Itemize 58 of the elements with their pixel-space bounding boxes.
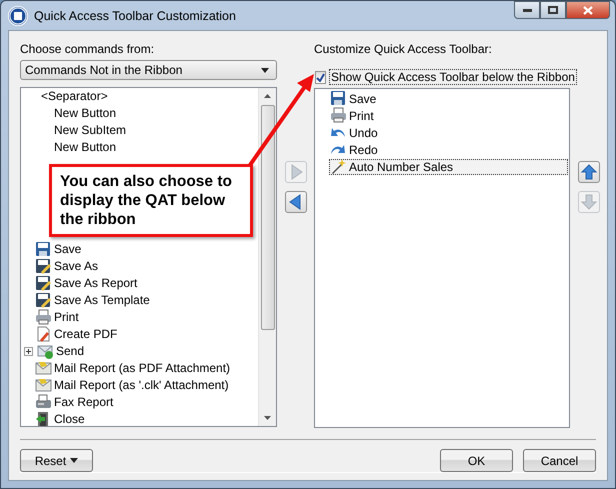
printer-icon xyxy=(330,107,347,124)
command-item[interactable]: Save As Template xyxy=(54,293,150,308)
command-item[interactable]: Save xyxy=(54,242,82,257)
command-item[interactable]: <Separator> xyxy=(41,89,108,104)
command-item[interactable]: New SubItem xyxy=(54,123,126,138)
cancel-button[interactable]: Cancel xyxy=(523,449,596,472)
printer-icon xyxy=(35,309,52,326)
command-item[interactable]: Close xyxy=(54,412,85,426)
envelope-icon xyxy=(37,343,54,360)
maximize-button[interactable] xyxy=(540,1,566,19)
scroll-down-icon[interactable] xyxy=(264,416,271,420)
floppy-pencil-icon xyxy=(35,292,52,309)
reset-button[interactable]: Reset xyxy=(20,449,93,472)
command-item[interactable]: Mail Report (as PDF Attachment) xyxy=(54,361,230,376)
command-item[interactable]: Send xyxy=(56,344,84,359)
command-item[interactable]: Print xyxy=(54,310,79,325)
remove-button[interactable] xyxy=(284,191,306,213)
caret-icon xyxy=(261,68,269,72)
checkbox[interactable] xyxy=(315,70,326,84)
command-item[interactable]: Create PDF xyxy=(54,327,118,342)
up-arrow-icon xyxy=(580,163,598,181)
toolbar-command[interactable]: Redo xyxy=(329,142,568,158)
close-icon xyxy=(583,6,593,14)
command-item[interactable]: New Button xyxy=(54,106,116,121)
toolbar-label: Customize Quick Access Toolbar: xyxy=(314,41,493,58)
toolbar-command[interactable]: Print xyxy=(329,108,568,124)
caret-icon xyxy=(70,458,78,463)
command-item[interactable]: Mail Report (as '.clk' Attachment) xyxy=(54,378,229,393)
up-button[interactable] xyxy=(578,161,600,183)
minimize-button[interactable] xyxy=(514,1,540,19)
scrollbar-thumb[interactable] xyxy=(260,105,274,330)
maximize-icon xyxy=(548,6,558,14)
toolbar-command[interactable]: Save xyxy=(329,90,568,106)
checkbox-label[interactable]: Show Quick Access Toolbar below the Ribbon xyxy=(329,69,577,85)
window-title: Quick Access Toolbar Customization xyxy=(34,8,236,22)
floppy-pencil-icon xyxy=(35,258,52,275)
command-item[interactable]: Save As xyxy=(54,259,98,274)
down-arrow-icon xyxy=(580,193,598,211)
command-item[interactable]: New Button xyxy=(54,140,116,155)
envelope-icon xyxy=(35,377,52,394)
minimize-icon xyxy=(522,8,532,12)
close-button[interactable] xyxy=(566,1,610,19)
ok-button[interactable]: OK xyxy=(440,449,513,472)
callout-note: You can also choose to display the QAT below the ribbon xyxy=(49,164,253,237)
fax-icon xyxy=(35,394,52,411)
commands-label: Choose commands from: xyxy=(20,41,156,58)
magic-wand-icon xyxy=(330,158,347,175)
document-pencil-icon xyxy=(35,326,52,343)
envelope-icon xyxy=(35,360,52,377)
floppy-pencil-icon xyxy=(35,275,52,292)
app-logo-icon xyxy=(8,6,28,26)
toolbar-command[interactable]: Undo xyxy=(329,124,568,140)
command-item[interactable]: Fax Report xyxy=(54,395,114,410)
expand-toggle[interactable] xyxy=(24,347,33,356)
command-item[interactable]: Save As Report xyxy=(54,276,138,291)
scroll-up-icon[interactable] xyxy=(264,94,271,98)
toolbar-command[interactable]: Auto Number Sales xyxy=(329,158,568,174)
commands-dropdown[interactable]: Commands Not in the Ribbon xyxy=(20,60,277,80)
